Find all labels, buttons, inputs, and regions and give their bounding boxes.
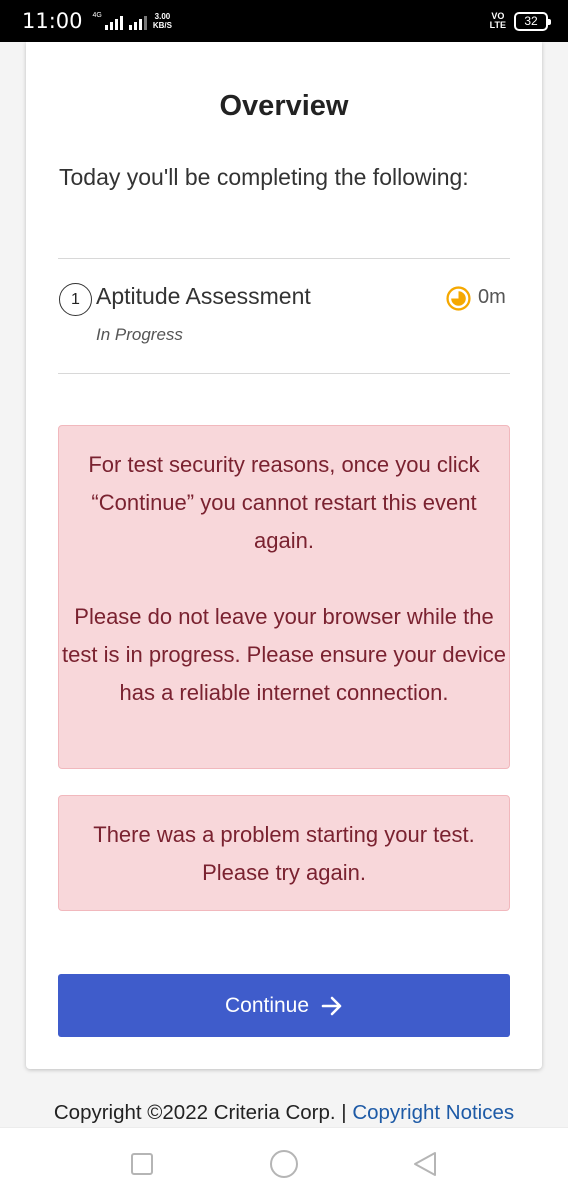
copyright-text: Copyright ©2022 Criteria Corp. |: [53, 1101, 347, 1124]
signal-strength-secondary-icon: [128, 16, 147, 30]
back-icon[interactable]: [412, 1151, 438, 1177]
arrow-right-icon: [321, 996, 342, 1015]
divider-bottom: [58, 373, 510, 374]
copyright-notices-link[interactable]: Copyright Notices: [352, 1101, 514, 1124]
security-notice-text: For test security reasons, once you clic…: [88, 452, 480, 553]
connection-notice-text: Please do not leave your browser while t…: [62, 604, 506, 705]
footer: Copyright ©2022 Criteria Corp. | Copyrig…: [0, 1101, 568, 1125]
step-duration: 0m: [478, 286, 506, 308]
status-bar: 11:00 4G 3.00 KB/S VO LTE 32: [0, 0, 568, 42]
intro-text: Today you'll be completing the following…: [59, 164, 469, 190]
recent-apps-icon[interactable]: [130, 1152, 154, 1176]
volte-icon: VO LTE: [489, 11, 506, 30]
signal-icons: 4G: [93, 12, 147, 30]
signal-strength-icon: [104, 16, 123, 30]
status-time: 11:00: [22, 9, 83, 33]
home-icon[interactable]: [269, 1149, 299, 1179]
network-type: 4G: [92, 12, 102, 19]
step-name: Aptitude Assessment: [96, 283, 311, 309]
divider-top: [58, 258, 510, 259]
navigation-bar: [0, 1127, 568, 1200]
error-alert: There was a problem starting your test. …: [58, 795, 510, 911]
step-status: In Progress: [96, 325, 183, 344]
battery-level: 32: [524, 14, 538, 28]
error-message: There was a problem starting your test. …: [93, 822, 475, 885]
continue-label: Continue: [224, 993, 310, 1017]
battery-icon: 32: [514, 11, 551, 31]
continue-button[interactable]: Continue: [58, 974, 510, 1037]
page-title: Overview: [219, 90, 349, 122]
clock-icon: [446, 286, 471, 311]
network-speed: 3.00 KB/S: [152, 12, 172, 30]
step-number-badge: 1: [59, 283, 92, 316]
security-notice: For test security reasons, once you clic…: [58, 425, 510, 769]
